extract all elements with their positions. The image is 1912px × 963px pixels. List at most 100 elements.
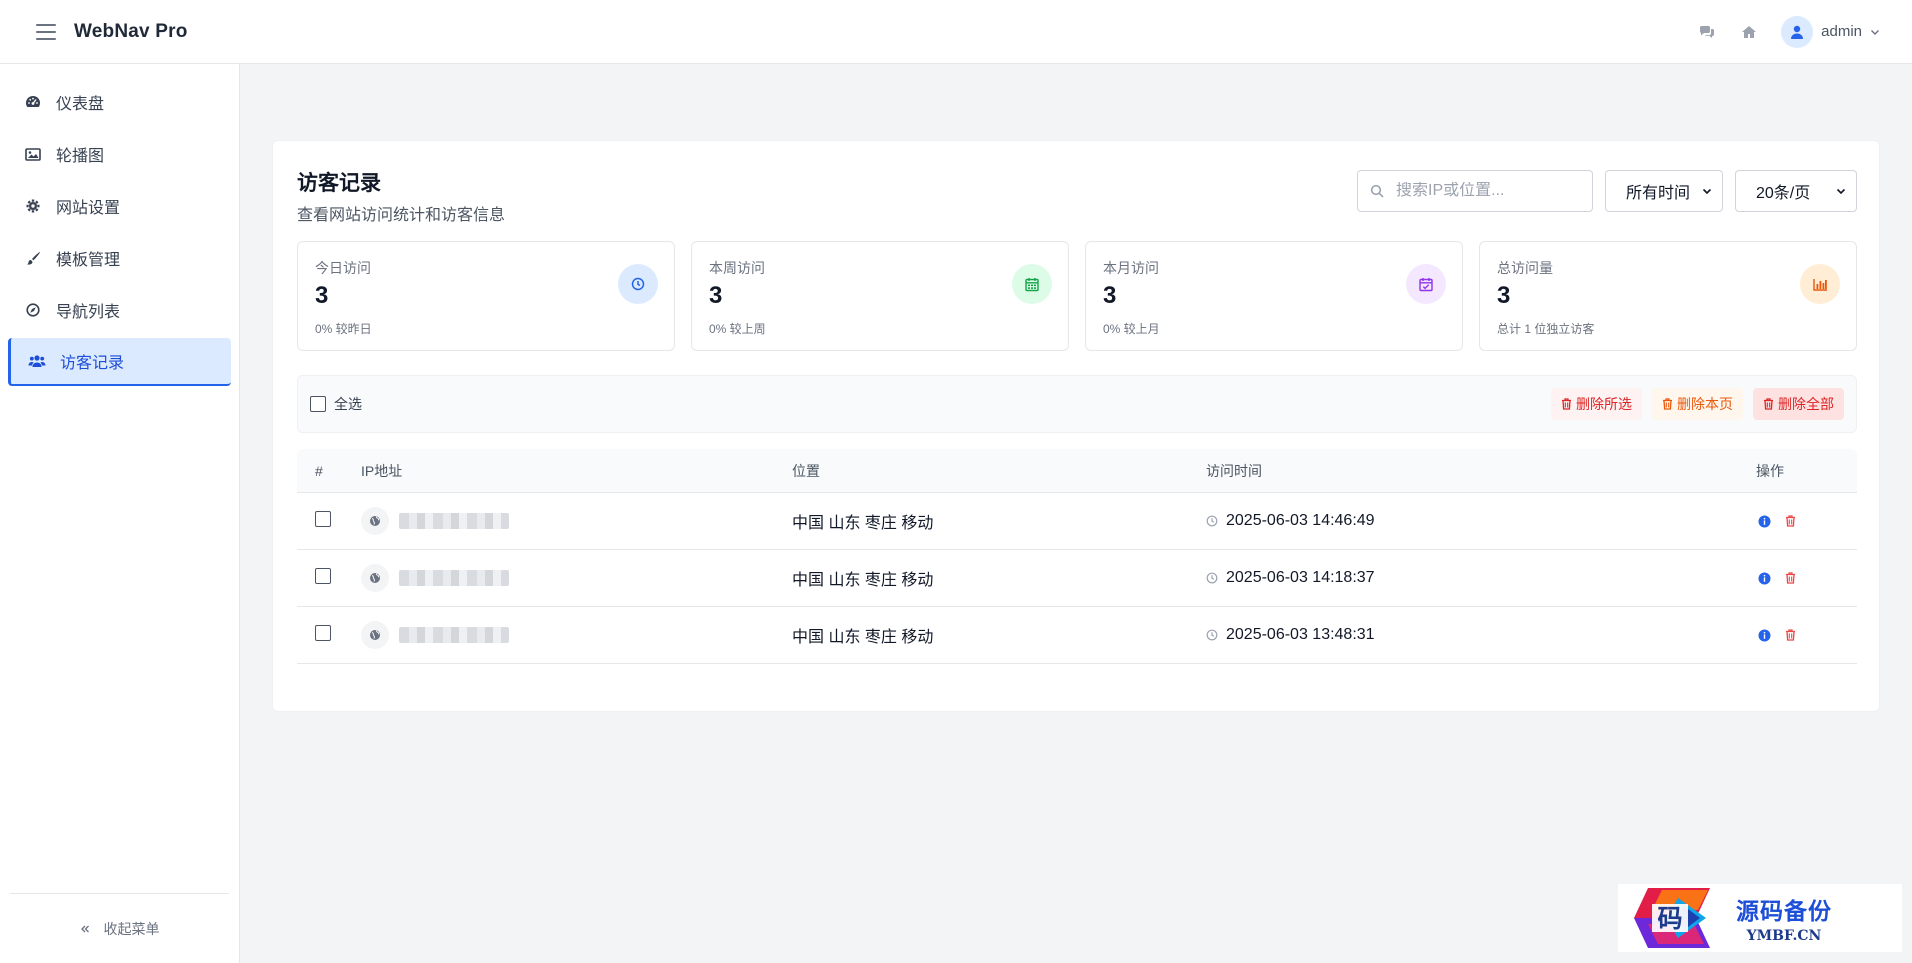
actions-cell bbox=[1756, 570, 1857, 586]
info-button[interactable] bbox=[1756, 513, 1772, 529]
chevron-down-icon bbox=[1702, 188, 1712, 195]
clock-icon bbox=[1206, 515, 1218, 527]
stat-card-month: 本月访问 3 0% 较上月 bbox=[1085, 241, 1463, 351]
stat-note: 0% 较上月 bbox=[1103, 322, 1160, 336]
watermark-en: YMBF.CN bbox=[1746, 928, 1822, 944]
delete-row-button[interactable] bbox=[1782, 627, 1798, 643]
time-filter-value: 所有时间 bbox=[1626, 185, 1691, 202]
visit-time: 2025-06-03 14:18:37 bbox=[1226, 569, 1375, 586]
watermark-cn: 源码备份 bbox=[1736, 898, 1832, 925]
delete-all-button[interactable]: 删除全部 bbox=[1753, 388, 1844, 420]
table-row: 中国 山东 枣庄 移动 2025-06-03 14:18:37 bbox=[297, 550, 1857, 607]
row-checkbox[interactable] bbox=[315, 567, 331, 584]
sidebar-item-templates[interactable]: 模板管理 bbox=[8, 234, 231, 282]
select-all-checkbox[interactable] bbox=[310, 396, 326, 412]
search-input[interactable] bbox=[1396, 182, 1576, 200]
sidebar-item-label: 模板管理 bbox=[56, 252, 121, 269]
sidebar-item-site-settings[interactable]: 网站设置 bbox=[8, 182, 231, 230]
bar-chart-icon bbox=[1800, 264, 1840, 304]
sidebar-item-visitors[interactable]: 访客记录 bbox=[8, 338, 231, 386]
globe-icon bbox=[361, 564, 389, 592]
comments-icon[interactable] bbox=[1697, 22, 1717, 42]
top-header: WebNav Pro admin bbox=[0, 0, 1912, 64]
visit-time: 2025-06-03 13:48:31 bbox=[1226, 626, 1375, 643]
stat-card-total: 总访问量 3 总计 1 位独立访客 bbox=[1479, 241, 1857, 351]
delete-page-label: 删除本页 bbox=[1677, 396, 1733, 412]
col-header-ip: IP地址 bbox=[361, 462, 403, 479]
ip-address-redacted bbox=[399, 513, 509, 529]
info-icon bbox=[1758, 629, 1770, 641]
delete-row-button[interactable] bbox=[1782, 570, 1798, 586]
time-filter-select[interactable]: 所有时间 bbox=[1605, 170, 1723, 212]
filter-controls: 所有时间 20条/页 bbox=[1357, 170, 1857, 212]
row-checkbox[interactable] bbox=[315, 510, 331, 527]
col-header-actions: 操作 bbox=[1756, 462, 1784, 479]
trash-icon bbox=[1764, 398, 1773, 410]
stat-note: 总计 1 位独立访客 bbox=[1497, 322, 1595, 336]
select-all[interactable]: 全选 bbox=[310, 394, 362, 414]
delete-selected-button[interactable]: 删除所选 bbox=[1551, 388, 1642, 420]
trash-icon bbox=[1562, 398, 1571, 410]
table-row: 中国 山东 枣庄 移动 2025-06-03 13:48:31 bbox=[297, 607, 1857, 664]
stat-note: 0% 较昨日 bbox=[315, 322, 372, 336]
ip-cell bbox=[361, 621, 792, 649]
actions-cell bbox=[1756, 513, 1857, 529]
time-cell: 2025-06-03 14:46:49 bbox=[1206, 512, 1756, 530]
sidebar-item-nav-list[interactable]: 导航列表 bbox=[8, 286, 231, 334]
info-button[interactable] bbox=[1756, 570, 1772, 586]
col-header-time: 访问时间 bbox=[1206, 462, 1262, 479]
sidebar-item-label: 轮播图 bbox=[56, 148, 105, 165]
watermark-text: 源码备份 YMBF.CN bbox=[1736, 892, 1832, 944]
sidebar-item-dashboard[interactable]: 仪表盘 bbox=[8, 78, 231, 126]
stat-card-week: 本周访问 3 0% 较上周 bbox=[691, 241, 1069, 351]
header-right: admin bbox=[1697, 15, 1880, 48]
page-size-select[interactable]: 20条/页 bbox=[1735, 170, 1857, 212]
watermark-emblem: 码 bbox=[1618, 884, 1730, 952]
ip-cell bbox=[361, 564, 792, 592]
ip-address-redacted bbox=[399, 570, 509, 586]
ip-address-redacted bbox=[399, 627, 509, 643]
page-title: 访客记录 bbox=[297, 172, 381, 195]
delete-page-button[interactable]: 删除本页 bbox=[1652, 388, 1743, 420]
compass-icon bbox=[24, 301, 42, 319]
search-icon bbox=[1370, 184, 1384, 198]
user-menu[interactable]: admin bbox=[1781, 15, 1880, 48]
visit-time: 2025-06-03 14:46:49 bbox=[1226, 512, 1375, 529]
trash-icon bbox=[1785, 572, 1795, 584]
sidebar-item-label: 仪表盘 bbox=[56, 96, 105, 113]
col-header-number: # bbox=[315, 462, 323, 479]
brand-title: WebNav Pro bbox=[74, 20, 188, 42]
location-cell: 中国 山东 枣庄 移动 bbox=[792, 572, 934, 589]
time-cell: 2025-06-03 14:18:37 bbox=[1206, 569, 1756, 587]
globe-icon bbox=[361, 507, 389, 535]
sidebar-item-label: 访客记录 bbox=[60, 355, 125, 372]
select-all-label: 全选 bbox=[334, 396, 362, 412]
visitor-records-card: 访客记录 查看网站访问统计和访客信息 所有时间 20条/页 今日访问 3 0% … bbox=[272, 140, 1880, 712]
trash-icon bbox=[1785, 515, 1795, 527]
gear-icon bbox=[24, 197, 42, 215]
home-icon[interactable] bbox=[1739, 22, 1759, 42]
collapse-menu-button[interactable]: 收起菜单 bbox=[10, 893, 229, 963]
calendar-check-icon bbox=[1406, 264, 1446, 304]
delete-all-label: 删除全部 bbox=[1778, 396, 1834, 412]
delete-row-button[interactable] bbox=[1782, 513, 1798, 529]
info-button[interactable] bbox=[1756, 627, 1772, 643]
clock-icon bbox=[1206, 572, 1218, 584]
page-subtitle: 查看网站访问统计和访客信息 bbox=[297, 207, 506, 224]
menu-toggle-icon[interactable] bbox=[36, 23, 56, 40]
stat-note: 0% 较上周 bbox=[709, 322, 766, 336]
image-icon bbox=[24, 145, 42, 163]
sidebar-nav: 仪表盘 轮播图 网站设置 模板管理 导航列表 访客记录 bbox=[0, 64, 239, 386]
table-row: 中国 山东 枣庄 移动 2025-06-03 14:46:49 bbox=[297, 493, 1857, 550]
stat-card-today: 今日访问 3 0% 较昨日 bbox=[297, 241, 675, 351]
sidebar-item-carousel[interactable]: 轮播图 bbox=[8, 130, 231, 178]
users-icon bbox=[28, 352, 46, 370]
trash-icon bbox=[1663, 398, 1672, 410]
double-chevron-left-icon bbox=[80, 925, 89, 932]
calendar-icon bbox=[1012, 264, 1052, 304]
sidebar: 仪表盘 轮播图 网站设置 模板管理 导航列表 访客记录 收起菜单 bbox=[0, 64, 240, 963]
watermark-logo-char: 码 bbox=[1657, 904, 1682, 933]
row-checkbox[interactable] bbox=[315, 624, 331, 641]
info-icon bbox=[1758, 515, 1770, 527]
clock-icon bbox=[1206, 629, 1218, 641]
